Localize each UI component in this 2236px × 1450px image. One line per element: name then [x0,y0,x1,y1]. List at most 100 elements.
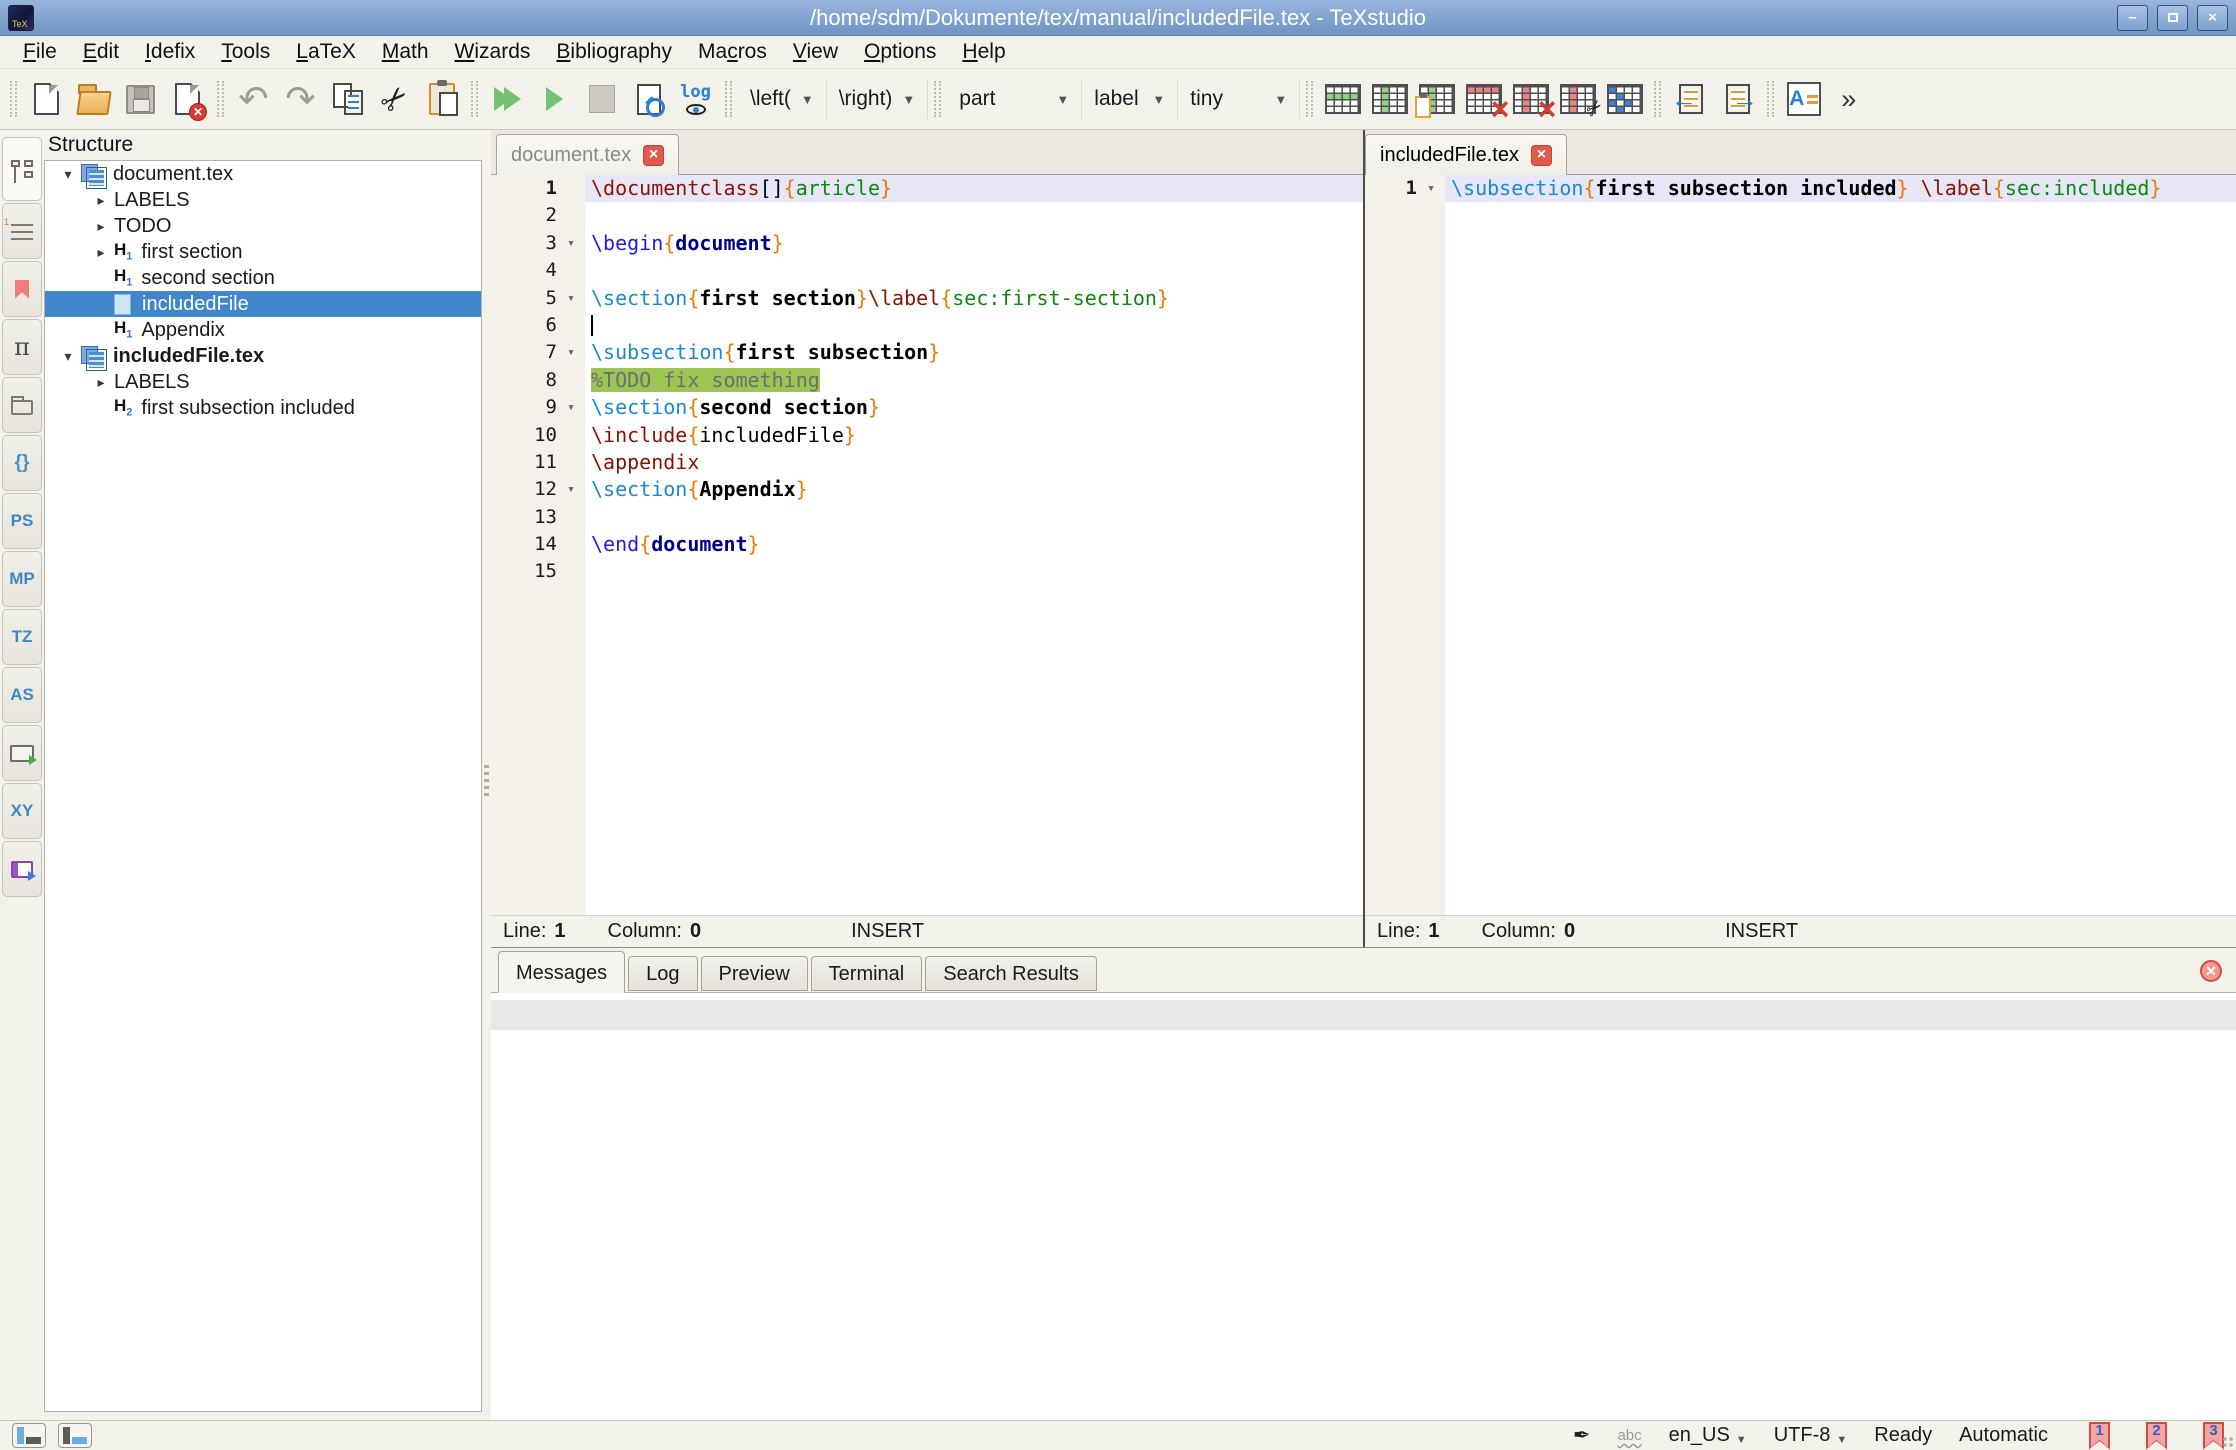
collapse-arrow-icon[interactable]: ▾ [55,166,81,183]
undo-button[interactable]: ↶ [230,76,277,123]
toolbar-handle[interactable] [471,81,478,117]
expand-arrow-icon[interactable]: ▸ [88,244,114,261]
code-line[interactable]: \end{document} [585,531,1363,558]
toolbar-handle[interactable] [10,81,17,117]
bookmark-3-flag[interactable]: 3 [2203,1422,2224,1450]
code-line[interactable]: \section{first section}\label{sec:first-… [585,285,1363,312]
tree-item-labels[interactable]: ▸LABELS [45,187,481,213]
sidebar-tab-xy[interactable]: XY [2,783,42,839]
tab-search-results[interactable]: Search Results [925,956,1097,991]
menu-bibliography[interactable]: Bibliography [543,40,685,64]
menu-file[interactable]: File [10,40,70,64]
open-file-button[interactable] [70,76,117,123]
align-table-columns-button[interactable] [1601,76,1648,123]
code-line[interactable] [585,257,1363,284]
tab-preview[interactable]: Preview [701,956,808,991]
build-and-view-button[interactable] [484,76,531,123]
code-line[interactable] [585,504,1363,531]
code-line[interactable]: \begin{document} [585,230,1363,257]
tab-terminal[interactable]: Terminal [811,956,923,991]
stop-button[interactable] [578,76,625,123]
fold-arrow-icon[interactable]: ▾ [557,339,585,366]
encoding-selector[interactable]: UTF-8▼ [1774,1424,1848,1447]
tab-document-tex[interactable]: document.tex × [496,134,679,175]
toolbar-handle[interactable] [725,81,732,117]
menu-latex[interactable]: LaTeX [283,40,369,64]
menu-tools[interactable]: Tools [208,40,283,64]
copy-button[interactable] [324,76,371,123]
tree-item-includedfile[interactable]: includedFile [45,291,481,317]
code-editor-1[interactable]: 1\documentclass[]{article}23▾\begin{docu… [491,175,1363,915]
code-editor-2[interactable]: 1▾\subsection{first subsection included}… [1365,175,2236,915]
toolbar-handle[interactable] [217,81,224,117]
code-line[interactable]: \section{Appendix} [585,476,1363,503]
code-line[interactable]: %TODO fix something [585,367,1363,394]
add-table-column-button[interactable] [1366,76,1413,123]
code-line[interactable]: \include{includedFile} [585,422,1363,449]
bookmark-2-flag[interactable]: 2 [2146,1422,2167,1450]
expand-arrow-icon[interactable]: ▸ [88,218,114,235]
tab-messages[interactable]: Messages [498,951,625,993]
left-delimiter-combo[interactable]: \left(▼ [738,79,827,119]
minimize-icon[interactable]: – [2117,5,2148,31]
tree-item-todo[interactable]: ▸TODO [45,213,481,239]
tree-item-labels[interactable]: ▸LABELS [45,369,481,395]
code-line[interactable] [585,202,1363,229]
toolbar-handle[interactable] [1306,81,1313,117]
menu-help[interactable]: Help [949,40,1018,64]
menu-options[interactable]: Options [851,40,949,64]
tab-log[interactable]: Log [628,956,697,991]
expand-arrow-icon[interactable]: ▸ [88,192,114,209]
fold-arrow-icon[interactable]: ▾ [557,230,585,257]
close-icon[interactable]: × [2197,5,2228,31]
save-button[interactable] [117,76,164,123]
spellcheck-icon[interactable]: abc [1617,1427,1641,1444]
find-button[interactable] [625,76,672,123]
redo-button[interactable]: ↷ [277,76,324,123]
panel-splitter[interactable] [482,130,491,1420]
sidebar-tab-brackets[interactable]: {} [2,435,42,491]
tree-item-includedfile-tex[interactable]: ▾includedFile.tex [45,343,481,369]
code-line[interactable]: \section{second section} [585,394,1363,421]
toolbar-handle[interactable] [1767,81,1774,117]
close-tab-icon[interactable]: × [643,145,664,166]
maximize-icon[interactable] [2157,5,2188,31]
collapse-arrow-icon[interactable]: ▾ [55,348,81,365]
sidebar-tab-structure[interactable] [2,137,42,201]
cut-table-column-button[interactable]: ✂ [1554,76,1601,123]
menu-edit[interactable]: Edit [70,40,132,64]
toggle-bottom-panel-icon[interactable] [58,1423,92,1448]
next-document-button[interactable]: → [1714,76,1761,123]
tree-item-second-section[interactable]: H1second section [45,265,481,291]
bookmark-1-flag[interactable]: 1 [2089,1422,2110,1450]
sidebar-tab-toc[interactable] [2,203,42,259]
sidebar-tab-ps[interactable]: PS [2,493,42,549]
paste-button[interactable] [418,76,465,123]
new-file-button[interactable] [23,76,70,123]
line-ending-selector[interactable]: Automatic [1959,1424,2048,1447]
sidebar-tab-asymptote[interactable]: AS [2,667,42,723]
sidebar-tab-mp[interactable]: MP [2,551,42,607]
sidebar-tab-tikz[interactable]: TZ [2,609,42,665]
close-tab-icon[interactable]: × [1531,145,1552,166]
language-selector[interactable]: en_US▼ [1669,1424,1747,1447]
expand-arrow-icon[interactable]: ▸ [88,374,114,391]
sidebar-tab-bookmarks[interactable] [2,261,42,317]
toolbar-handle[interactable] [1654,81,1661,117]
view-log-button[interactable]: log [672,76,719,123]
menu-math[interactable]: Math [369,40,442,64]
menu-macros[interactable]: Macros [685,40,780,64]
toggle-sidebar-icon[interactable] [12,1423,46,1448]
fold-arrow-icon[interactable]: ▾ [557,476,585,503]
code-line[interactable]: \subsection{first subsection included} \… [1445,175,2236,202]
menu-idefix[interactable]: Idefix [132,40,208,64]
fold-arrow-icon[interactable]: ▾ [557,285,585,312]
code-line[interactable] [585,558,1363,585]
fold-arrow-icon[interactable]: ▾ [557,394,585,421]
view-button[interactable] [531,76,578,123]
tree-item-document-tex[interactable]: ▾document.tex [45,161,481,187]
tab-includedfile-tex[interactable]: includedFile.tex × [1365,134,1567,175]
text-format-button[interactable]: A [1780,76,1827,123]
remove-table-row-button[interactable]: × [1460,76,1507,123]
code-line[interactable]: \appendix [585,449,1363,476]
